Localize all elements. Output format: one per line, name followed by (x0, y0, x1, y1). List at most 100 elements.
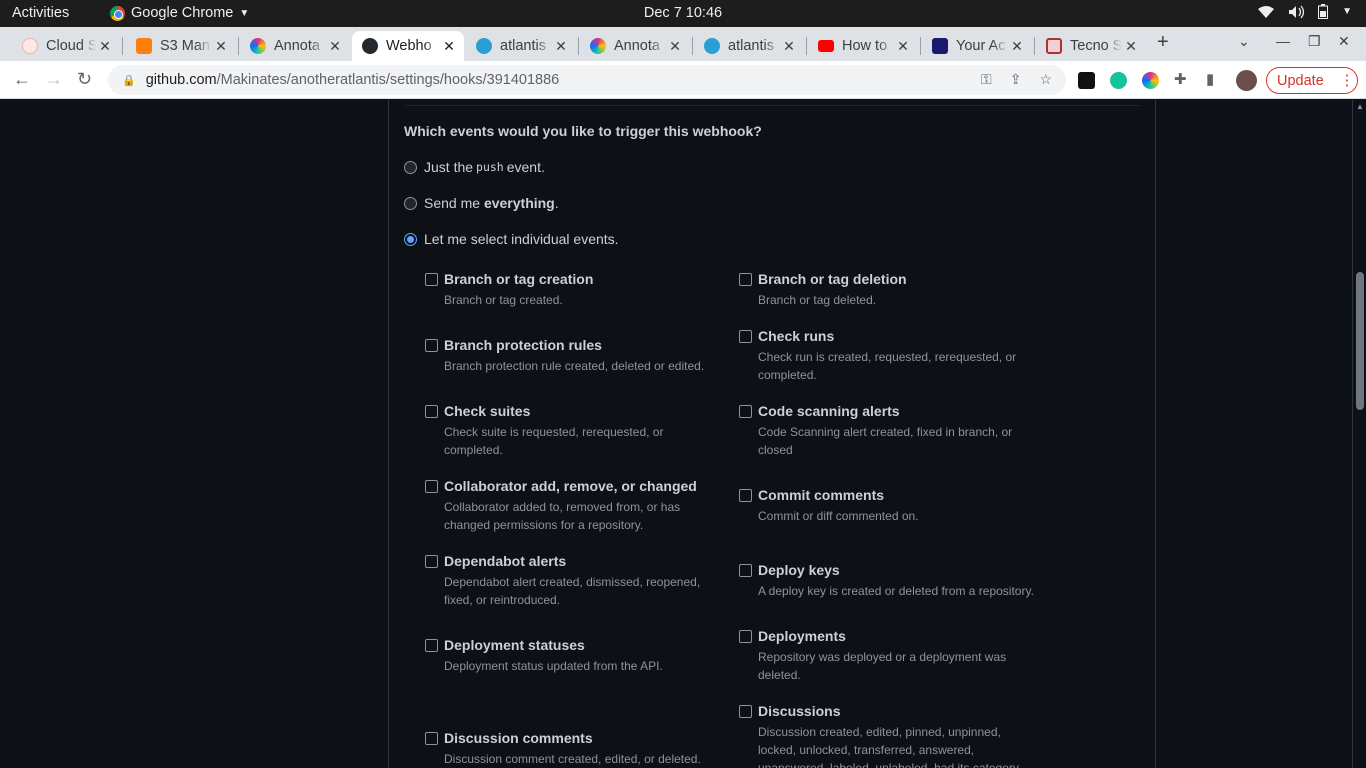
minimize-icon[interactable]: — (1276, 33, 1290, 49)
tab[interactable]: atlantis ✕ (466, 31, 576, 61)
event-checkbox[interactable] (425, 732, 438, 745)
tab[interactable]: S3 Man ✕ (126, 31, 236, 61)
event-checkbox[interactable] (739, 405, 752, 418)
radio-individual-events[interactable]: Let me select individual events. (404, 231, 619, 247)
radio-everything[interactable]: Send me everything. (404, 195, 559, 211)
tab-separator (806, 37, 807, 55)
close-icon[interactable]: ✕ (212, 38, 230, 55)
scroll-up-icon[interactable]: ▲ (1356, 102, 1364, 111)
restore-icon[interactable]: ❐ (1308, 33, 1321, 50)
event-checkbox[interactable] (739, 630, 752, 643)
annotation-tool-icon (250, 38, 266, 54)
event-checkbox[interactable] (425, 639, 438, 652)
radio-label-bold: everything (483, 195, 555, 211)
aws-s3-icon (136, 38, 152, 54)
close-window-icon[interactable]: ✕ (1338, 33, 1350, 50)
close-icon[interactable]: ✕ (326, 38, 344, 55)
tab-label: Your Ac (956, 38, 1006, 54)
event-checkbox[interactable] (739, 564, 752, 577)
tab-label: atlantis (728, 38, 774, 54)
event-checkbox[interactable] (425, 339, 438, 352)
close-icon[interactable]: ✕ (780, 38, 798, 55)
event-description: Dependabot alert created, dismissed, reo… (444, 575, 701, 607)
tab-label: S3 Man (160, 38, 210, 54)
event-name: Code scanning alerts (758, 403, 900, 419)
radio-button-checked[interactable] (404, 232, 417, 246)
back-icon[interactable]: ← (13, 69, 31, 90)
page-scrollbar[interactable]: ▲ (1352, 100, 1366, 768)
browser-toolbar: ← → ↻ 🔒 github.com/Makinates/anotheratla… (0, 61, 1366, 99)
close-icon[interactable]: ✕ (666, 38, 684, 55)
address-bar[interactable]: 🔒 github.com/Makinates/anotheratlantis/s… (108, 65, 1066, 95)
event-discussions[interactable]: Discussions Discussion created, edited, … (739, 703, 1029, 768)
color-extension-icon[interactable] (1142, 72, 1159, 89)
atlantis-icon (704, 38, 720, 54)
grammarly-icon[interactable] (1110, 72, 1127, 89)
url-host: github.com (145, 72, 217, 88)
caret-down-icon: ▼ (239, 7, 250, 19)
share-icon[interactable]: ⇪ (1010, 71, 1022, 88)
update-button[interactable]: Update ⋮ (1266, 67, 1358, 94)
reload-icon[interactable]: ↻ (77, 69, 92, 90)
event-checkbox[interactable] (425, 480, 438, 493)
tab-active[interactable]: Webho ✕ (352, 31, 464, 61)
wifi-icon (1258, 5, 1275, 18)
avatar[interactable] (1236, 70, 1257, 91)
side-panel-icon[interactable]: ▮ (1206, 70, 1214, 88)
tab[interactable]: Tecno S ✕ (1036, 31, 1146, 61)
tab[interactable]: Annota ✕ (240, 31, 350, 61)
scrollbar-thumb[interactable] (1356, 272, 1364, 410)
tab-separator (122, 37, 123, 55)
angular-extension-icon[interactable] (1078, 72, 1095, 89)
event-description: Discussion created, edited, pinned, unpi… (758, 725, 1019, 768)
tab-label: Cloud S (46, 38, 96, 54)
divider (405, 105, 1140, 106)
system-tray[interactable]: ▼ (1258, 4, 1352, 19)
tab-separator (920, 37, 921, 55)
radio-label: Just the (424, 159, 474, 175)
event-checkbox[interactable] (739, 489, 752, 502)
event-checkbox[interactable] (425, 273, 438, 286)
extensions-puzzle-icon[interactable]: ✚ (1174, 70, 1187, 88)
close-icon[interactable]: ✕ (440, 38, 458, 55)
close-icon[interactable]: ✕ (1122, 38, 1140, 55)
new-tab-button[interactable]: + (1157, 31, 1169, 54)
forward-icon[interactable]: → (45, 69, 63, 90)
more-vert-icon[interactable]: ⋮ (1340, 73, 1355, 89)
caret-down-icon: ▼ (1342, 6, 1352, 17)
event-name: Check runs (758, 328, 835, 344)
close-icon[interactable]: ✕ (894, 38, 912, 55)
tab[interactable]: atlantis ✕ (694, 31, 804, 61)
app-menu[interactable]: Google Chrome ▼ (110, 5, 249, 21)
close-icon[interactable]: ✕ (1008, 38, 1026, 55)
radio-just-push[interactable]: Just the push event. (404, 159, 545, 175)
omnibox-actions: ⚿ ⇪ ☆ (981, 71, 1052, 88)
annotation-tool-icon (590, 38, 606, 54)
event-checkbox[interactable] (739, 273, 752, 286)
close-icon[interactable]: ✕ (96, 38, 114, 55)
tab[interactable]: Annota ✕ (580, 31, 690, 61)
event-description: Check suite is requested, rerequested, o… (444, 425, 664, 457)
event-description: Code Scanning alert created, fixed in br… (758, 425, 1013, 457)
radio-button[interactable] (404, 160, 417, 174)
event-description: A deploy key is created or deleted from … (758, 584, 1034, 598)
event-checkbox[interactable] (425, 555, 438, 568)
radio-button[interactable] (404, 196, 417, 210)
event-checkbox[interactable] (425, 405, 438, 418)
tab[interactable]: How to ✕ (808, 31, 918, 61)
event-name: Branch protection rules (444, 337, 602, 353)
star-icon[interactable]: ☆ (1039, 71, 1052, 88)
close-icon[interactable]: ✕ (552, 38, 570, 55)
tab-search-icon[interactable]: ⌄ (1238, 33, 1250, 50)
key-icon[interactable]: ⚿ (981, 71, 992, 88)
lock-icon[interactable]: 🔒 (122, 74, 136, 87)
event-checkbox[interactable] (739, 330, 752, 343)
event-description: Commit or diff commented on. (758, 509, 919, 523)
event-name: Check suites (444, 403, 531, 419)
event-name: Collaborator add, remove, or changed (444, 478, 697, 494)
tab-label: atlantis (500, 38, 546, 54)
activities-button[interactable]: Activities (12, 5, 69, 21)
tab[interactable]: Your Ac ✕ (922, 31, 1032, 61)
event-checkbox[interactable] (739, 705, 752, 718)
tab[interactable]: Cloud S ✕ (12, 31, 120, 61)
